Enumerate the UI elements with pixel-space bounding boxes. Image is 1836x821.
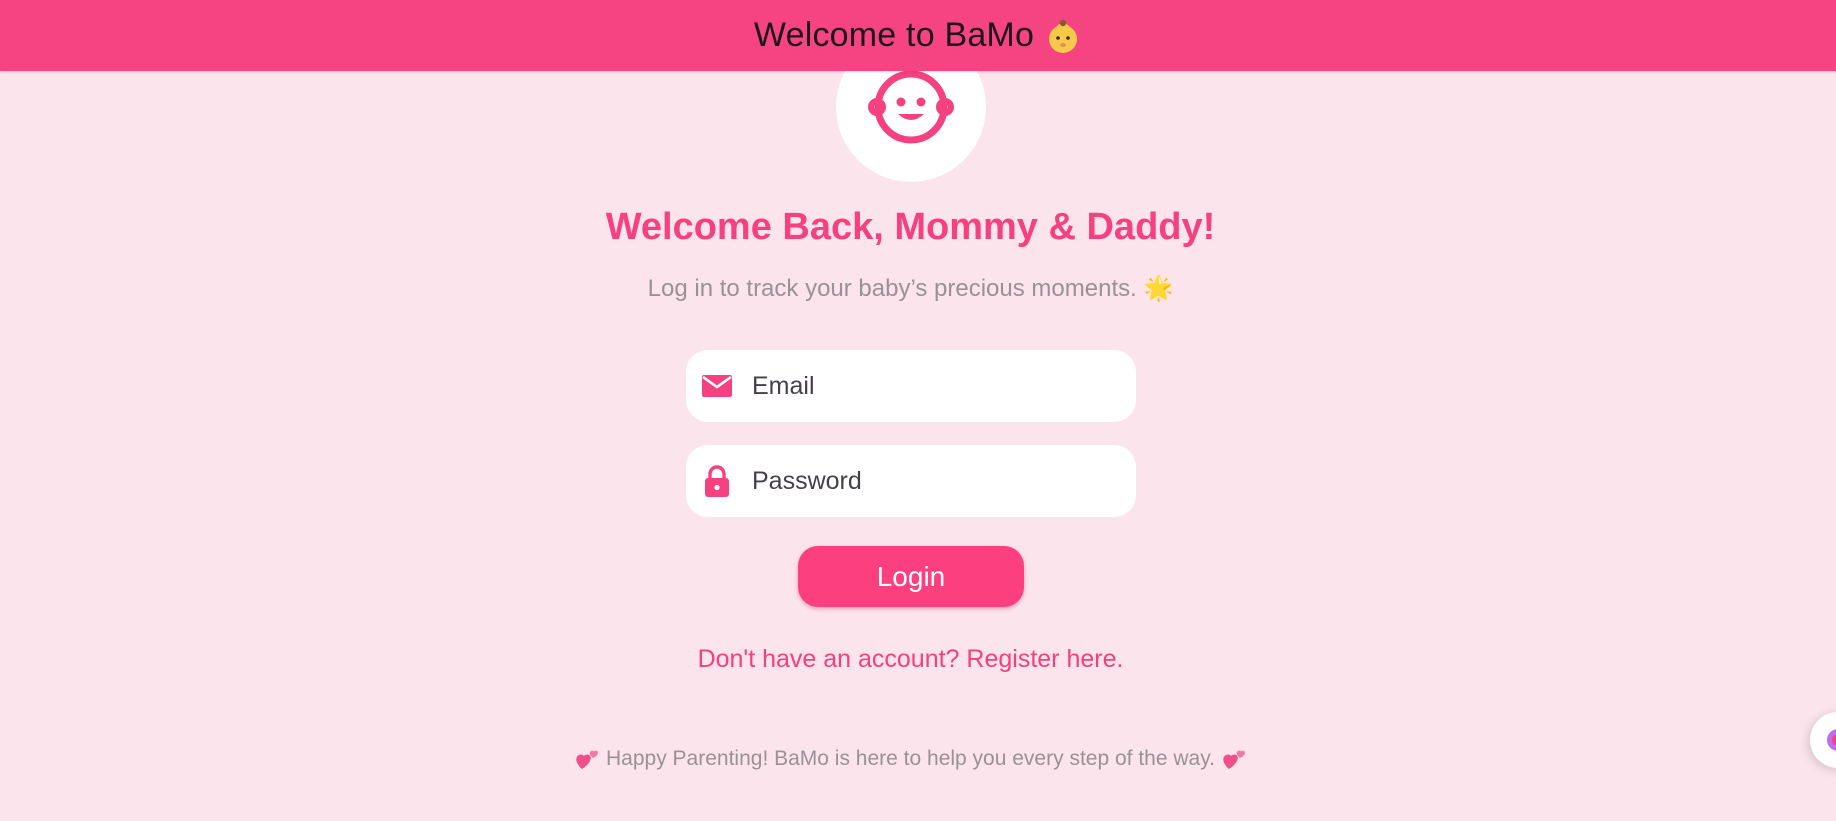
two-hearts-icon <box>576 750 598 769</box>
two-hearts-icon <box>1223 750 1245 769</box>
footer-text: Happy Parenting! BaMo is here to help yo… <box>606 747 1215 770</box>
assistant-icon <box>1827 729 1836 751</box>
mail-icon <box>702 375 732 397</box>
password-field[interactable] <box>686 445 1136 517</box>
baby-emoji-icon <box>1049 19 1078 53</box>
password-input[interactable] <box>752 445 1122 517</box>
lock-icon <box>705 465 729 497</box>
login-button[interactable]: Login <box>798 546 1024 607</box>
email-field[interactable] <box>686 350 1136 422</box>
app-title: Welcome to BaMo <box>754 16 1082 55</box>
baby-face-icon <box>868 68 954 144</box>
welcome-headline: Welcome Back, Mommy & Daddy! <box>605 206 1216 248</box>
register-link[interactable]: Don't have an account? Register here. <box>0 645 1821 674</box>
login-page: Welcome to BaMo Welcome Back, Mommy & Da… <box>0 0 1836 821</box>
email-input[interactable] <box>752 350 1122 422</box>
app-title-text: Welcome to BaMo <box>753 16 1035 54</box>
footer-note: Happy Parenting! BaMo is here to help yo… <box>0 747 1821 771</box>
app-bar: Welcome to BaMo <box>0 0 1836 71</box>
welcome-subtitle: Log in to track your baby’s precious mom… <box>647 275 1174 302</box>
